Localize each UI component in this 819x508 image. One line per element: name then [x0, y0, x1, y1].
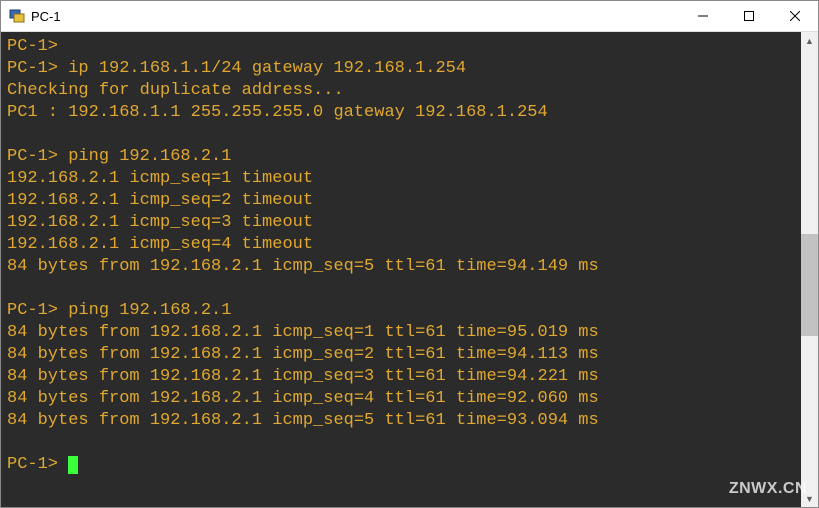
- scroll-track[interactable]: [801, 49, 818, 490]
- title-bar[interactable]: PC-1: [1, 1, 818, 32]
- terminal-line: 84 bytes from 192.168.2.1 icmp_seq=2 ttl…: [7, 345, 599, 364]
- maximize-button[interactable]: [726, 1, 772, 31]
- terminal-line: PC-1> ip 192.168.1.1/24 gateway 192.168.…: [7, 59, 466, 78]
- terminal-line: 84 bytes from 192.168.2.1 icmp_seq=1 ttl…: [7, 323, 599, 342]
- window-controls: [680, 1, 818, 31]
- terminal-line: PC-1> ping 192.168.2.1: [7, 301, 231, 320]
- window-title: PC-1: [31, 9, 61, 24]
- terminal-line: 192.168.2.1 icmp_seq=3 timeout: [7, 213, 313, 232]
- watermark: ZNWX.CN: [729, 480, 807, 498]
- terminal-output[interactable]: PC-1> PC-1> ip 192.168.1.1/24 gateway 19…: [1, 32, 801, 507]
- terminal-line: PC-1>: [7, 455, 68, 474]
- scroll-thumb[interactable]: [801, 234, 818, 335]
- terminal-line: PC1 : 192.168.1.1 255.255.255.0 gateway …: [7, 103, 548, 122]
- terminal-line: 192.168.2.1 icmp_seq=2 timeout: [7, 191, 313, 210]
- terminal-line: 192.168.2.1 icmp_seq=1 timeout: [7, 169, 313, 188]
- app-icon: [9, 8, 25, 24]
- terminal-line: Checking for duplicate address...: [7, 81, 344, 100]
- terminal-line: 192.168.2.1 icmp_seq=4 timeout: [7, 235, 313, 254]
- terminal-line: 84 bytes from 192.168.2.1 icmp_seq=5 ttl…: [7, 411, 599, 430]
- close-button[interactable]: [772, 1, 818, 31]
- app-window: PC-1 PC-1> PC-1> ip 192.168.1.1/24 gatew…: [0, 0, 819, 508]
- cursor: [68, 456, 78, 474]
- vertical-scrollbar[interactable]: ▲ ▼: [801, 32, 818, 507]
- terminal-line: 84 bytes from 192.168.2.1 icmp_seq=5 ttl…: [7, 257, 599, 276]
- terminal-line: 84 bytes from 192.168.2.1 icmp_seq=4 ttl…: [7, 389, 599, 408]
- terminal-line: PC-1>: [7, 37, 58, 56]
- scroll-up-arrow-icon[interactable]: ▲: [801, 32, 818, 49]
- terminal-line: 84 bytes from 192.168.2.1 icmp_seq=3 ttl…: [7, 367, 599, 386]
- terminal-line: PC-1> ping 192.168.2.1: [7, 147, 231, 166]
- minimize-button[interactable]: [680, 1, 726, 31]
- client-area: PC-1> PC-1> ip 192.168.1.1/24 gateway 19…: [1, 32, 818, 507]
- title-left: PC-1: [9, 8, 61, 24]
